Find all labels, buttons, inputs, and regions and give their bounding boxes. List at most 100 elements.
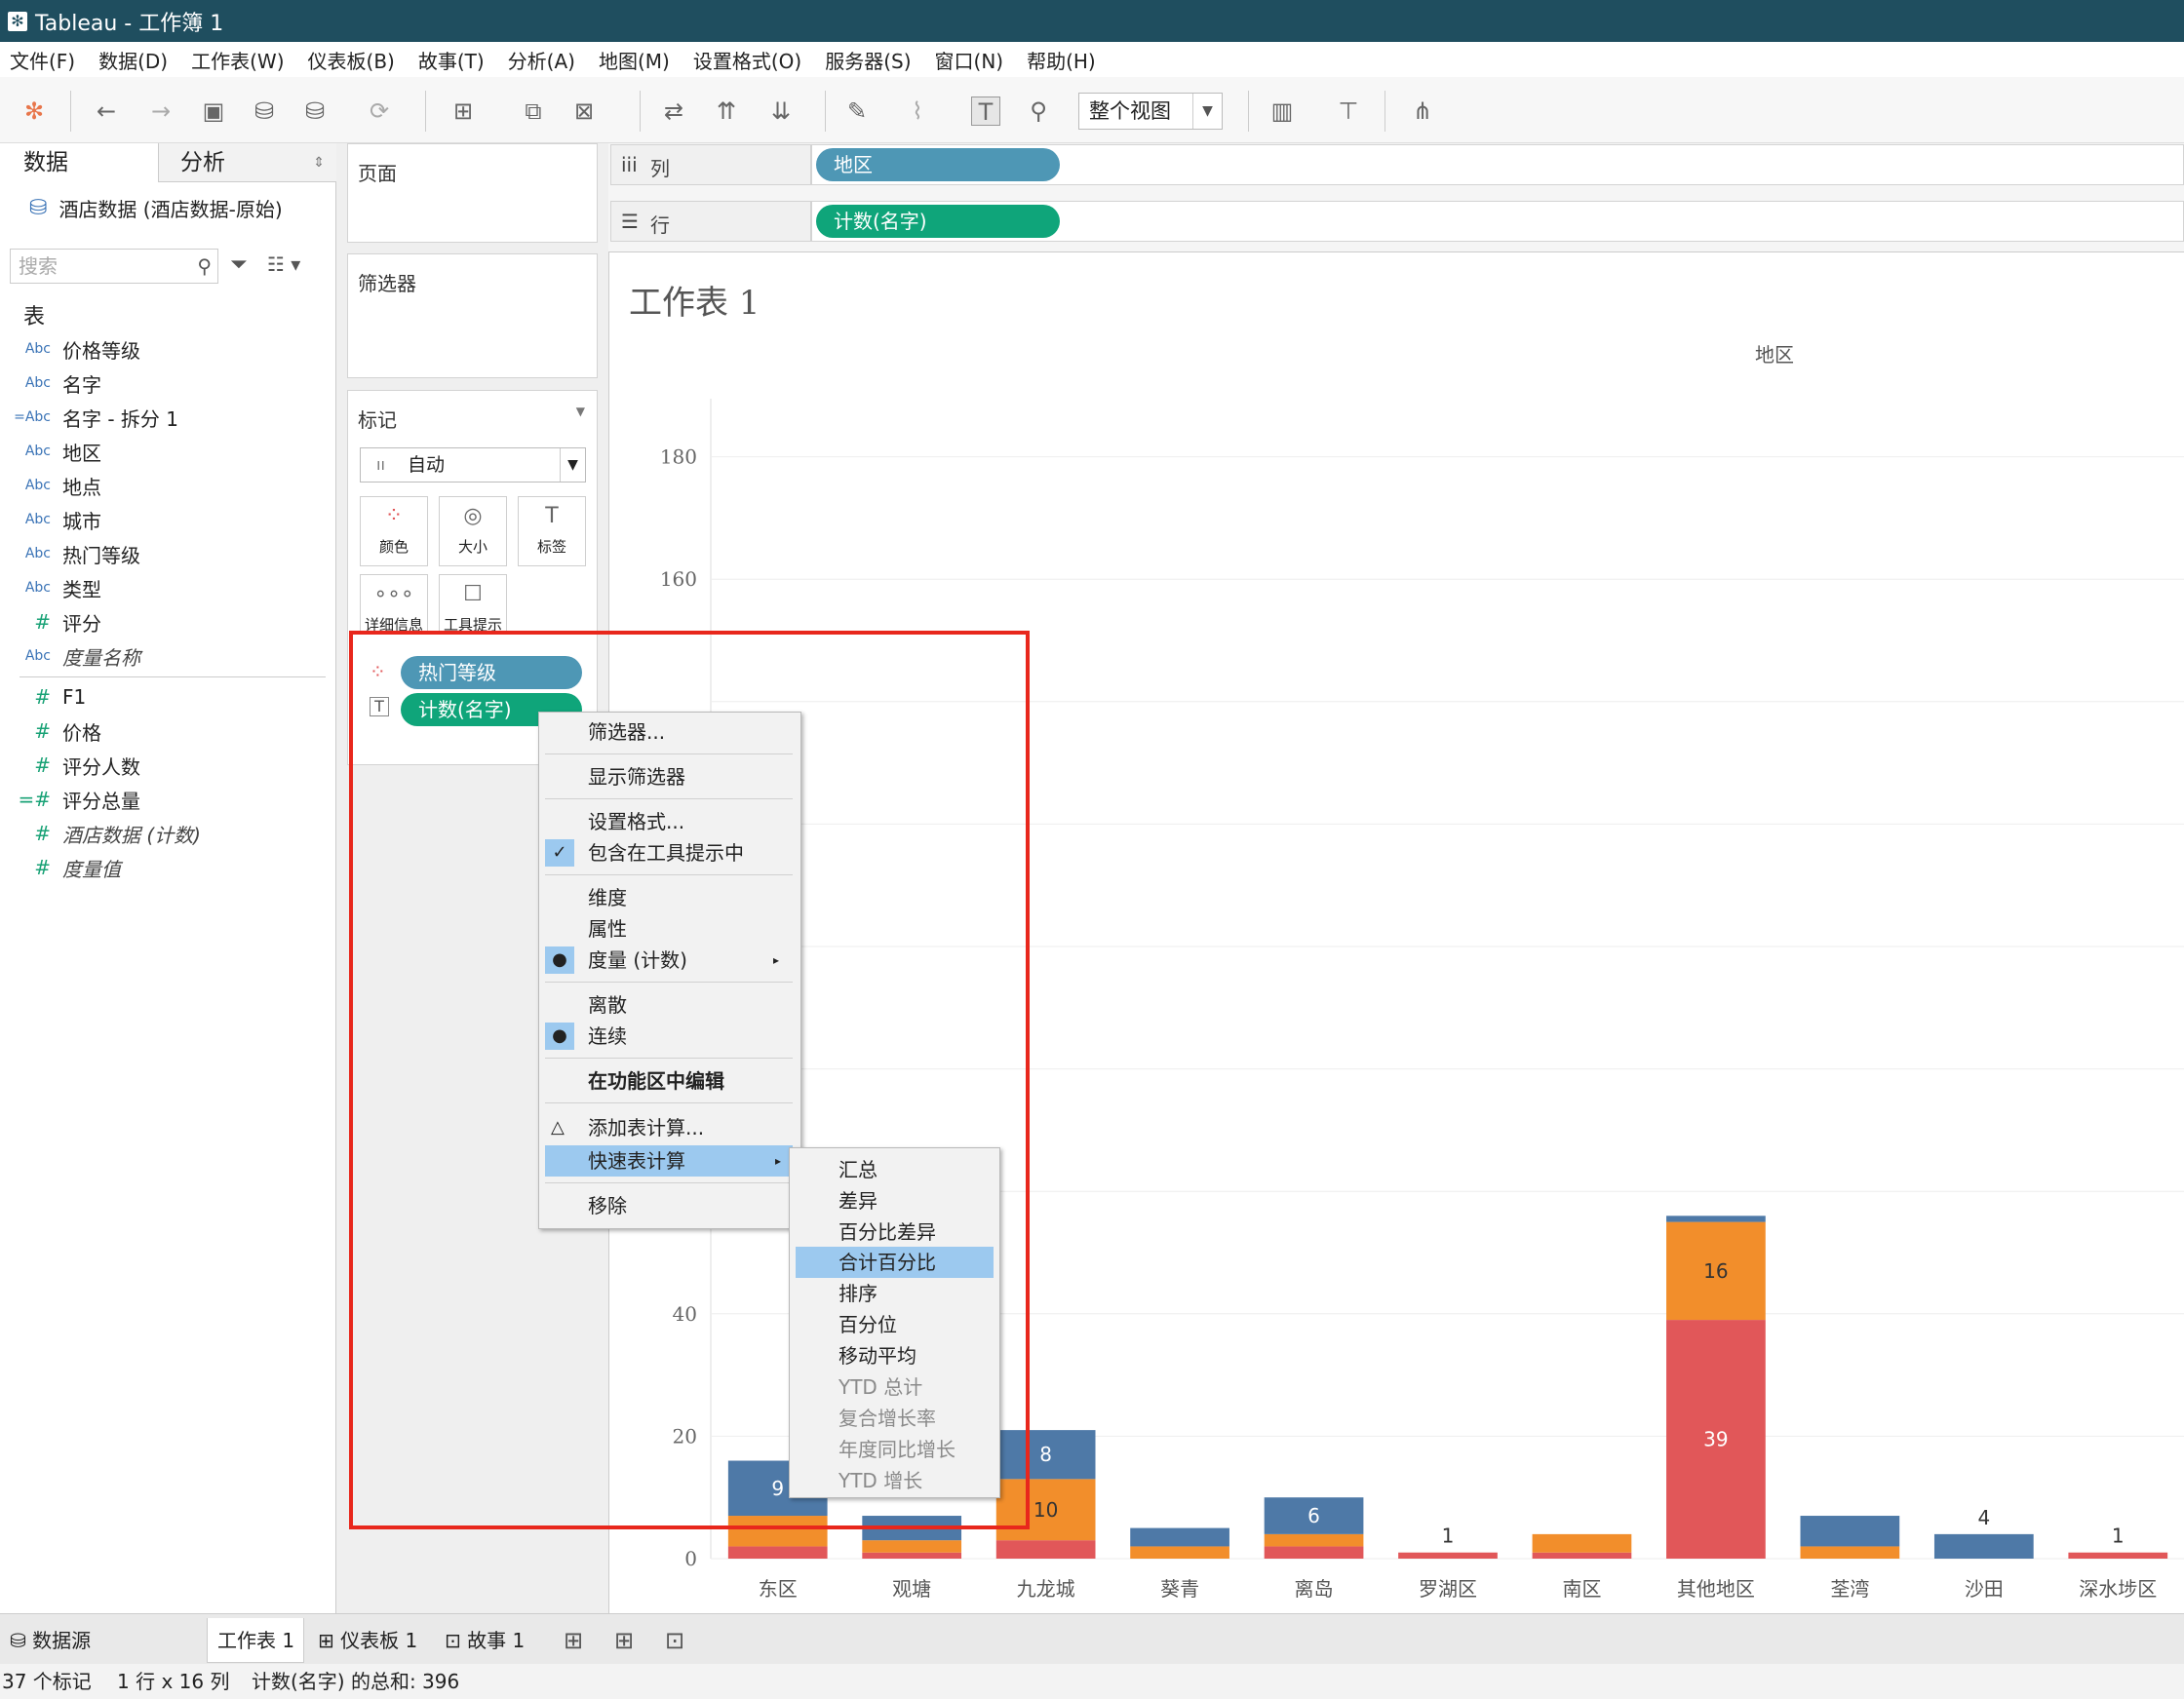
highlight-icon[interactable]: ✎	[842, 97, 872, 126]
label-button[interactable]: T 标签	[518, 496, 586, 566]
rows-pill[interactable]: 计数(名字)	[816, 205, 1060, 238]
tooltip-button[interactable]: ☐ 工具提示	[439, 574, 507, 633]
menu-item-format[interactable]: 设置格式...	[539, 806, 800, 837]
submenu-item-percent-difference[interactable]: 百分比差异	[790, 1216, 999, 1248]
new-datasource-icon[interactable]: ⛁	[250, 97, 279, 126]
field-item[interactable]: # 度量值	[0, 853, 332, 882]
view-options-icon[interactable]: ☷ ▾	[267, 252, 300, 276]
swap-rows-columns-icon[interactable]: ⇄	[659, 97, 688, 126]
pages-shelf[interactable]: 页面	[347, 143, 598, 243]
group-members-icon[interactable]: ⌇	[903, 97, 932, 126]
menu-format[interactable]: 设置格式(O)	[683, 46, 815, 74]
submenu-item-percentile[interactable]: 百分位	[790, 1309, 999, 1340]
menu-item-edit-in-shelf[interactable]: 在功能区中编辑	[539, 1065, 800, 1097]
menu-item-discrete[interactable]: 离散	[539, 989, 800, 1021]
bar-segment[interactable]	[1264, 1546, 1364, 1559]
tab-datasource[interactable]: ⛁ 数据源	[0, 1618, 195, 1663]
field-item[interactable]: # 价格	[0, 716, 332, 746]
pause-updates-icon[interactable]: ⛁	[300, 97, 330, 126]
share-icon[interactable]: ⋔	[1408, 97, 1437, 126]
color-button[interactable]: ⁘ 颜色	[360, 496, 428, 566]
field-item[interactable]: Abc 热门等级	[0, 539, 332, 568]
search-input[interactable]: 搜索 ⚲	[10, 249, 218, 284]
filters-shelf[interactable]: 筛选器	[347, 253, 598, 378]
submenu-item-moving-average[interactable]: 移动平均	[790, 1340, 999, 1371]
columns-shelf[interactable]: 地区	[811, 144, 2184, 185]
rows-shelf[interactable]: 计数(名字)	[811, 201, 2184, 242]
tab-data[interactable]: 数据	[0, 143, 158, 182]
field-item[interactable]: Abc 度量名称	[0, 641, 332, 671]
field-item[interactable]: =# 评分总量	[0, 785, 332, 814]
new-worksheet-icon[interactable]: ⊞	[554, 1618, 597, 1663]
menu-map[interactable]: 地图(M)	[589, 46, 683, 74]
field-item[interactable]: Abc 价格等级	[0, 334, 332, 364]
field-item[interactable]: Abc 地区	[0, 437, 332, 466]
sort-ascending-icon[interactable]: ⇈	[712, 97, 741, 126]
bar-segment[interactable]	[1666, 1216, 1766, 1222]
tab-analysis[interactable]: 分析 ⇕	[158, 143, 336, 182]
fix-axes-icon[interactable]: ⚲	[1024, 97, 1053, 126]
menu-file[interactable]: 文件(F)	[0, 46, 89, 74]
field-item[interactable]: Abc 类型	[0, 573, 332, 602]
datasource-item[interactable]: ⛁ 酒店数据 (酒店数据-原始)	[29, 194, 283, 222]
field-item[interactable]: Abc 名字	[0, 368, 332, 398]
redo-icon[interactable]: →	[146, 97, 176, 126]
menu-item-attribute[interactable]: 属性	[539, 913, 800, 945]
menu-help[interactable]: 帮助(H)	[1017, 46, 1110, 74]
tab-dashboard-1[interactable]: ⊞ 仪表板 1	[308, 1618, 429, 1663]
submenu-item-difference[interactable]: 差异	[790, 1185, 999, 1216]
tableau-start-icon[interactable]: ✻	[20, 97, 49, 126]
field-item[interactable]: Abc 地点	[0, 471, 332, 500]
columns-pill[interactable]: 地区	[816, 148, 1060, 181]
menu-item-measure[interactable]: ● 度量 (计数) ▸	[539, 945, 800, 976]
tab-worksheet-1[interactable]: 工作表 1	[207, 1618, 304, 1663]
presentation-mode-icon[interactable]: ⊤	[1334, 97, 1363, 126]
bar-segment[interactable]	[1532, 1552, 1632, 1559]
bar-segment[interactable]	[1800, 1516, 1900, 1547]
fit-dropdown[interactable]: 整个视图 ▼	[1078, 93, 1223, 130]
undo-icon[interactable]: ←	[92, 97, 121, 126]
chevron-down-icon[interactable]: ▼	[576, 405, 585, 418]
clear-sheet-icon[interactable]: ⊠	[569, 97, 599, 126]
menu-story[interactable]: 故事(T)	[409, 46, 498, 74]
menu-item-filter[interactable]: 筛选器...	[539, 716, 800, 748]
bar-segment[interactable]	[1130, 1546, 1229, 1559]
field-item[interactable]: =Abc 名字 - 拆分 1	[0, 403, 332, 432]
menu-item-quick-table-calc[interactable]: 快速表计算 ▸	[545, 1145, 793, 1177]
menu-analysis[interactable]: 分析(A)	[498, 46, 589, 74]
bar-segment[interactable]	[1800, 1546, 1900, 1559]
submenu-item-percent-of-total[interactable]: 合计百分比	[796, 1247, 994, 1278]
menu-dashboard[interactable]: 仪表板(B)	[298, 46, 409, 74]
refresh-icon[interactable]: ⟳	[365, 97, 394, 126]
menu-item-dimension[interactable]: 维度	[539, 882, 800, 913]
field-item[interactable]: Abc 城市	[0, 505, 332, 534]
filter-icon[interactable]: ⏷	[230, 252, 248, 277]
menu-item-continuous[interactable]: ● 连续	[539, 1021, 800, 1052]
bar-segment[interactable]	[727, 1546, 828, 1559]
field-item[interactable]: # 评分人数	[0, 751, 332, 780]
bar-segment[interactable]	[2068, 1552, 2168, 1559]
show-me-icon[interactable]: ▥	[1268, 97, 1297, 126]
show-mark-labels-icon[interactable]: T	[971, 97, 1000, 126]
submenu-item-rank[interactable]: 排序	[790, 1278, 999, 1309]
new-dashboard-icon[interactable]: ⊞	[604, 1618, 647, 1663]
field-item[interactable]: # 评分	[0, 607, 332, 637]
new-worksheet-icon[interactable]: ⊞	[448, 97, 478, 126]
sort-descending-icon[interactable]: ⇊	[766, 97, 796, 126]
size-button[interactable]: ◎ 大小	[439, 496, 507, 566]
submenu-item-running-total[interactable]: 汇总	[790, 1154, 999, 1185]
bar-segment[interactable]	[862, 1540, 962, 1553]
bar-segment[interactable]	[1532, 1533, 1632, 1553]
bar-segment[interactable]	[1264, 1533, 1364, 1547]
menu-window[interactable]: 窗口(N)	[925, 46, 1018, 74]
menu-item-remove[interactable]: 移除	[539, 1190, 800, 1221]
menu-item-show-filter[interactable]: 显示筛选器	[539, 761, 800, 792]
bar-segment[interactable]	[995, 1540, 1096, 1559]
menu-server[interactable]: 服务器(S)	[815, 46, 924, 74]
detail-button[interactable]: ∘∘∘ 详细信息	[360, 574, 428, 633]
duplicate-sheet-icon[interactable]: ⧉	[519, 97, 548, 126]
mark-type-dropdown[interactable]: ıı 自动 ▼	[360, 447, 586, 483]
bar-segment[interactable]	[1130, 1527, 1229, 1547]
new-story-icon[interactable]: ⊡	[655, 1618, 698, 1663]
bar-segment[interactable]	[1398, 1552, 1498, 1559]
